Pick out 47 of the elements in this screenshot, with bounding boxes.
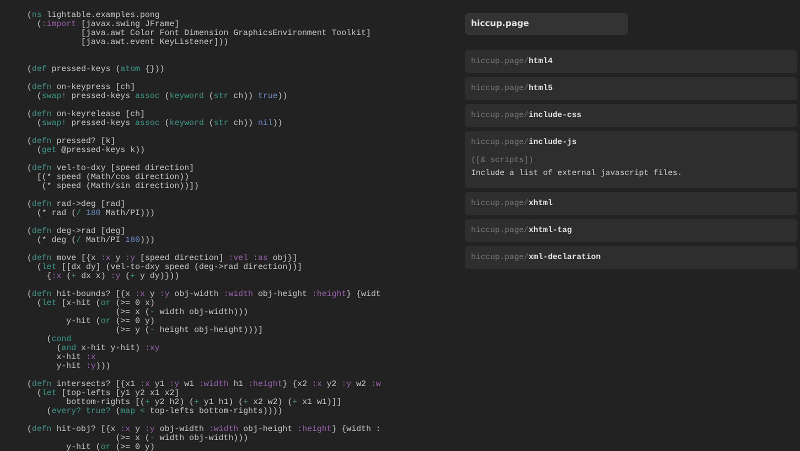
code-line: [java.awt Color Font Dimension GraphicsEnvironment Toolkit] [80,29,371,38]
result-item[interactable]: hiccup.page/xml-declaration [465,246,797,269]
code-line: (cond [46,335,72,344]
code-line: y-hit (or (>= 0 y) [65,317,155,326]
code-line: x-hit :x [55,353,96,362]
code-line: [java.awt.event KeyListener])) [80,38,228,47]
result-item[interactable]: hiccup.page/xhtml [465,192,797,215]
result-item[interactable]: hiccup.page/xhtml-tag [465,219,797,242]
signature-text: ([& scripts]) [471,155,534,166]
code-line: (swap! pressed-keys assoc (keyword (str ch)) true)) [36,92,288,101]
result-item[interactable]: hiccup.page/html4 [465,50,797,73]
doc-text: Include a list of external javascript files. [471,168,682,179]
code-line: (let [x-hit (or (>= 0 x) [36,299,155,308]
code-line: (defn move [{x :x y :y [speed direction] :vel :as obj}] [27,254,298,263]
code-line: (def pressed-keys (atom {})) [27,65,165,74]
code-line: (defn pressed? [k] [27,137,116,146]
code-line: (>= x (- width obj-width))) [114,308,248,317]
code-line: (* rad (/ 180 Math/PI))) [36,209,155,218]
result-item[interactable]: hiccup.page/include-js ([& scripts]) Include a list of external javascript files. [465,131,797,188]
code-line: (every? true? (map < top-lefts bottom-rights)))) [46,407,283,416]
code-line: (defn on-keyrelease [ch] [27,110,145,119]
code-line: (* deg (/ Math/PI 180))) [36,236,155,245]
code-line: y-hit :y))) [55,362,111,371]
code-line: (defn intersects? [{x1 :x y1 :y w1 :width h1 :height} {x2 :x y2 :y w2 :w [27,380,381,389]
code-line: {:x (+ dx x) :y (+ y dy)})) [46,272,180,281]
code-line: (and x-hit y-hit) :xy [55,344,160,353]
result-item[interactable]: hiccup.page/include-css [465,104,797,127]
code-line: (defn deg->rad [deg] [27,227,126,236]
code-line: (let [[dx dy] (vel-to-dxy speed (deg->rad direction))] [36,263,302,272]
code-line: (let [top-lefts [y1 y2 x1 x2] [36,389,180,398]
code-line: (defn on-keypress [ch] [27,83,136,92]
code-line: (defn hit-obj? [{x :x y :y obj-width :width obj-height :height} {width : [27,425,381,434]
code-line: (* speed (Math/sin direction))]) [40,182,199,191]
result-item[interactable]: hiccup.page/html5 [465,77,797,100]
code-line: (>= x (- width obj-width))) [114,434,248,443]
code-line: y-hit (or (>= 0 y) [65,443,155,451]
code-line: (defn hit-bounds? [{x :x y :y obj-width :width obj-height :height} {widt [27,290,381,299]
code-line: (get @pressed-keys k)) [36,146,145,155]
code-line: (ns lightable.examples.pong [27,11,160,20]
code-line: (:import [javax.swing JFrame] [36,20,180,29]
code-line: (swap! pressed-keys assoc (keyword (str ch)) nil)) [36,119,283,128]
code-line: (>= y (- height obj-height)))] [114,326,263,335]
code-line: (defn rad->deg [rad] [27,200,126,209]
search-field[interactable]: hiccup.page [465,13,628,35]
code-line: (defn vel-to-dxy [speed direction] [27,164,194,173]
code-line: bottom-rights [(+ y2 h2) (+ y1 h1) (+ x2 w2) (+ x1 w1)]] [65,398,342,407]
code-line: [(* speed (Math/cos direction)) [36,173,190,182]
